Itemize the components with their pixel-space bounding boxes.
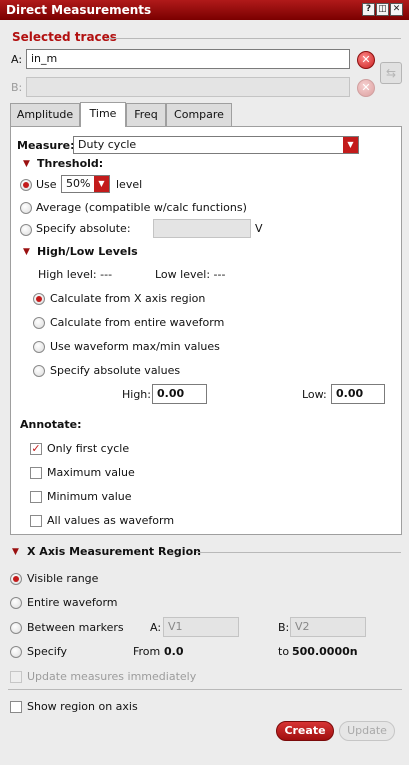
measure-selected-value: Duty cycle <box>78 138 137 151</box>
show-region-label: Show region on axis <box>27 700 138 713</box>
threshold-absolute-field[interactable] <box>153 219 251 238</box>
trace-a-label: A: <box>11 53 23 66</box>
low-level-readout: Low level: --- <box>155 268 226 281</box>
create-button[interactable]: Create <box>276 721 334 741</box>
remove-trace-icon: ✕ <box>361 53 371 66</box>
levels-absolute-label: Specify absolute values <box>50 364 181 377</box>
entire-waveform-radio[interactable] <box>10 597 22 609</box>
remove-trace-icon: ✕ <box>361 81 371 94</box>
tab-time[interactable]: Time <box>80 102 126 127</box>
threshold-average-label: Average (compatible w/calc functions) <box>36 201 247 214</box>
marker-a-value: V1 <box>168 620 183 633</box>
specify-region-label: Specify <box>27 645 68 658</box>
tab-freq[interactable]: Freq <box>126 103 166 126</box>
close-icon[interactable]: ✕ <box>390 3 403 16</box>
to-label: to <box>278 645 290 658</box>
chevron-down-icon: ▼ <box>94 176 109 192</box>
threshold-level-value: 50% <box>66 177 91 190</box>
threshold-unit-label: V <box>255 222 263 235</box>
high-value-label: High: <box>122 388 151 401</box>
high-value-field[interactable]: 0.00 <box>152 384 207 404</box>
levels-maxmin-radio[interactable] <box>33 341 45 353</box>
help-icon[interactable]: ? <box>362 3 375 16</box>
triangle-down-icon[interactable]: ▼ <box>23 159 30 169</box>
trace-a-value: in_m <box>31 52 58 65</box>
minimum-value-label: Minimum value <box>47 490 132 503</box>
high-value: 0.00 <box>157 387 185 400</box>
annotate-heading: Annotate: <box>20 418 82 431</box>
measure-select[interactable]: Duty cycle ▼ <box>73 136 359 154</box>
levels-entire-label: Calculate from entire waveform <box>50 316 225 329</box>
only-first-cycle-checkbox[interactable]: ✓ <box>30 443 42 455</box>
marker-b-label: B: <box>278 621 290 634</box>
divider <box>196 552 401 553</box>
trace-b-field[interactable] <box>26 77 350 97</box>
marker-a-label: A: <box>150 621 162 634</box>
threshold-heading: Threshold: <box>37 157 104 170</box>
visible-range-radio[interactable] <box>10 573 22 585</box>
swap-traces-icon: ⇆ <box>385 66 397 80</box>
trace-a-field[interactable]: in_m <box>26 49 350 69</box>
divider <box>8 689 402 690</box>
remove-trace-a-button[interactable]: ✕ <box>357 51 375 69</box>
between-markers-label: Between markers <box>27 621 124 634</box>
threshold-specify-radio[interactable] <box>20 224 32 236</box>
threshold-level-select[interactable]: 50% ▼ <box>61 175 110 193</box>
low-value: 0.00 <box>336 387 364 400</box>
low-value-field[interactable]: 0.00 <box>331 384 385 404</box>
levels-absolute-radio[interactable] <box>33 365 45 377</box>
tab-compare[interactable]: Compare <box>166 103 232 126</box>
low-value-label: Low: <box>302 388 327 401</box>
selected-traces-heading: Selected traces <box>12 30 117 44</box>
specify-region-radio[interactable] <box>10 646 22 658</box>
show-region-checkbox[interactable] <box>10 701 22 713</box>
levels-x-axis-label: Calculate from X axis region <box>50 292 206 305</box>
levels-x-axis-radio[interactable] <box>33 293 45 305</box>
threshold-average-radio[interactable] <box>20 202 32 214</box>
triangle-down-icon[interactable]: ▼ <box>23 247 30 257</box>
swap-traces-button[interactable]: ⇆ <box>380 62 402 84</box>
levels-maxmin-label: Use waveform max/min values <box>50 340 220 353</box>
all-values-label: All values as waveform <box>47 514 175 527</box>
tab-amplitude[interactable]: Amplitude <box>10 103 80 126</box>
remove-trace-b-button[interactable]: ✕ <box>357 79 375 97</box>
update-immediately-label: Update measures immediately <box>27 670 197 683</box>
to-value: 500.0000n <box>292 645 358 658</box>
title-bar: Direct Measurements <box>0 0 409 20</box>
window-title: Direct Measurements <box>6 3 152 17</box>
maximum-value-checkbox[interactable] <box>30 467 42 479</box>
trace-b-label: B: <box>11 81 23 94</box>
threshold-level-label: level <box>116 178 143 191</box>
marker-b-field[interactable]: V2 <box>290 617 366 637</box>
chevron-down-icon: ▼ <box>343 137 358 153</box>
threshold-specify-label: Specify absolute: <box>36 222 131 235</box>
threshold-use-label: Use <box>36 178 57 191</box>
threshold-use-radio[interactable] <box>20 179 32 191</box>
high-level-readout: High level: --- <box>38 268 113 281</box>
minimum-value-checkbox[interactable] <box>30 491 42 503</box>
triangle-down-icon[interactable]: ▼ <box>12 547 19 557</box>
visible-range-label: Visible range <box>27 572 99 585</box>
maximum-value-label: Maximum value <box>47 466 135 479</box>
from-label: From <box>133 645 161 658</box>
levels-entire-radio[interactable] <box>33 317 45 329</box>
divider <box>106 38 401 39</box>
all-values-checkbox[interactable] <box>30 515 42 527</box>
from-value: 0.0 <box>164 645 184 658</box>
between-markers-radio[interactable] <box>10 622 22 634</box>
high-low-heading: High/Low Levels <box>37 245 138 258</box>
x-axis-region-heading: X Axis Measurement Region <box>27 545 201 558</box>
restore-icon[interactable]: ◫ <box>376 3 389 16</box>
update-immediately-checkbox[interactable] <box>10 671 22 683</box>
only-first-cycle-label: Only first cycle <box>47 442 130 455</box>
entire-waveform-label: Entire waveform <box>27 596 118 609</box>
update-button[interactable]: Update <box>339 721 395 741</box>
marker-a-field[interactable]: V1 <box>163 617 239 637</box>
measure-label: Measure: <box>17 139 75 152</box>
marker-b-value: V2 <box>295 620 310 633</box>
